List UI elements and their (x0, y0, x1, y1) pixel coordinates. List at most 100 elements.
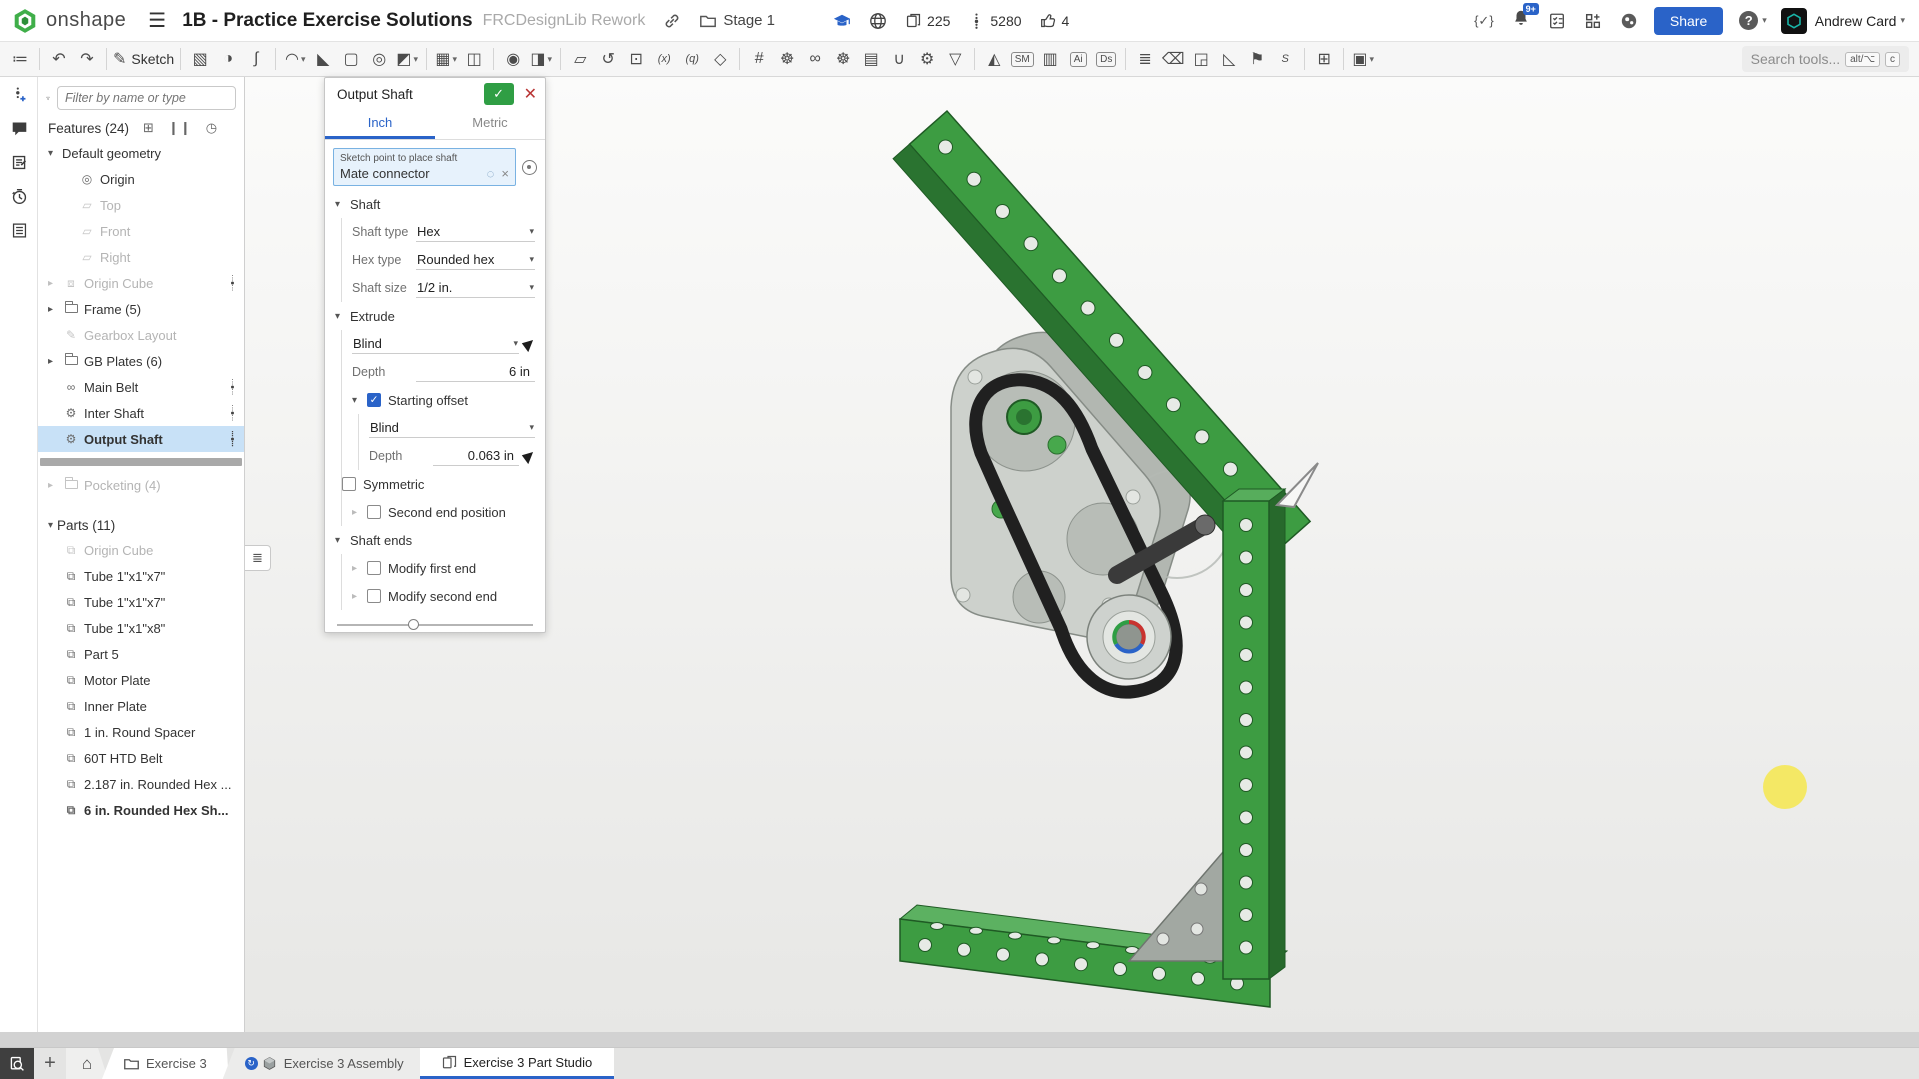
feature-row-top[interactable]: ▱Top (38, 192, 244, 218)
chevron-right-icon[interactable]: ▸ (48, 278, 62, 289)
chevron-right-icon[interactable]: ▸ (48, 480, 62, 491)
chamfer-icon[interactable]: ◣ (310, 46, 336, 72)
extrude-depth-input[interactable]: 6 in (416, 362, 535, 382)
offset-depth-input[interactable]: 0.063 in (433, 446, 519, 466)
shaft-type-select[interactable]: Hex▾ (416, 222, 535, 242)
history-icon[interactable] (0, 179, 38, 213)
helix-icon[interactable]: ↺ (595, 46, 621, 72)
feature-row-main-belt[interactable]: ∞Main Belt⋮●⋮ (38, 374, 244, 400)
green-standoff[interactable] (1048, 436, 1066, 454)
rollback-dots-icon[interactable]: ⋮●⋮ (229, 406, 236, 421)
rollback-dots-icon[interactable]: ⋮●⋮ (229, 380, 236, 395)
doc-tab-exercise-3-assembly[interactable]: ↻Exercise 3 Assembly (223, 1048, 426, 1079)
derived-icon[interactable]: ⊡ (623, 46, 649, 72)
custom-frame-icon[interactable]: # (746, 46, 772, 72)
part-row-part-5[interactable]: ⧉Part 5 (38, 641, 244, 667)
doc-tab-exercise-3[interactable]: Exercise 3 (102, 1048, 229, 1079)
custom-gearbox-icon[interactable]: ☸ (774, 46, 800, 72)
replace-face-icon[interactable]: ◺ (1216, 46, 1242, 72)
custom-plate-icon[interactable]: ▤ (858, 46, 884, 72)
part-row-inner-plate[interactable]: ⧉Inner Plate (38, 693, 244, 719)
notes-icon[interactable] (0, 145, 38, 179)
part-row-tube-1-x1-x8[interactable]: ⧉Tube 1"x1"x8" (38, 615, 244, 641)
starting-offset-checkbox[interactable]: ✓ (367, 393, 381, 407)
drawing-standard-icon[interactable]: Ds (1093, 46, 1119, 72)
publication-icon[interactable]: ≣ (1132, 46, 1158, 72)
shaft-size-select[interactable]: 1/2 in.▾ (416, 278, 535, 298)
home-tab-button[interactable]: ⌂ (66, 1048, 108, 1079)
chevron-down-icon[interactable]: ▾ (352, 395, 367, 406)
user-name[interactable]: Andrew Card (1815, 13, 1897, 29)
sweep-icon[interactable]: ∫ (243, 46, 269, 72)
shell-icon[interactable]: ▢ (338, 46, 364, 72)
part-row-tube-1-x1-x7[interactable]: ⧉Tube 1"x1"x7" (38, 563, 244, 589)
filter-input[interactable] (57, 86, 236, 110)
custom-belt-icon[interactable]: ∪ (886, 46, 912, 72)
custom-chain-icon[interactable]: ∞ (802, 46, 828, 72)
view-orientation-icon[interactable]: ▣▾ (1350, 46, 1376, 72)
doc-tab-exercise-3-part-studio[interactable]: Exercise 3 Part Studio (420, 1048, 615, 1079)
chevron-down-icon[interactable]: ▾ (48, 148, 62, 159)
dialog-close-button[interactable]: ✕ (524, 84, 537, 104)
sketch-icon[interactable]: ✎Sketch (113, 46, 174, 72)
hex-type-select[interactable]: Rounded hex▾ (416, 250, 535, 270)
feature-row-pocketing-4[interactable]: ▸Pocketing (4) (38, 472, 244, 498)
offset-end-type-select[interactable]: Blind▾ (369, 418, 535, 438)
add-folder-icon[interactable]: ⊞ (143, 120, 154, 136)
symmetric-checkbox[interactable] (342, 477, 356, 491)
tasks-icon[interactable] (1548, 12, 1566, 30)
funnel-icon[interactable]: ▽ (942, 46, 968, 72)
part-row-motor-plate[interactable]: ⧉Motor Plate (38, 667, 244, 693)
plane-icon[interactable]: ▱ (567, 46, 593, 72)
redo-icon[interactable]: ↷ (74, 46, 100, 72)
add-custom-feature-icon[interactable]: ⊞ (1311, 46, 1337, 72)
comment-icon[interactable] (0, 111, 38, 145)
code-check-icon[interactable]: {✓} (1471, 8, 1497, 34)
extrude-end-type-select[interactable]: Blind▾ (352, 334, 519, 354)
bom-icon[interactable] (0, 213, 38, 247)
shaft-section-header[interactable]: ▾Shaft (325, 190, 545, 218)
feature-row-inter-shaft[interactable]: ⚙Inter Shaft⋮●⋮ (38, 400, 244, 426)
notifications[interactable]: 9+ (1512, 9, 1530, 32)
chevron-right-icon[interactable]: ▸ (48, 356, 62, 367)
link-icon[interactable] (663, 12, 681, 30)
boolean-icon[interactable]: ◉ (500, 46, 526, 72)
tab-search-button[interactable] (0, 1048, 34, 1079)
feature-row-front[interactable]: ▱Front (38, 218, 244, 244)
slider-knob[interactable] (408, 619, 419, 630)
history-clock-icon[interactable]: ◷ (206, 120, 217, 136)
tab-metric[interactable]: Metric (435, 110, 545, 139)
undo-icon[interactable]: ↶ (46, 46, 72, 72)
help-button[interactable]: ? (1739, 11, 1758, 30)
feature-list-toggle-icon[interactable]: ≔ (7, 46, 33, 72)
avatar[interactable] (1781, 8, 1807, 34)
flat-pattern-icon[interactable]: ▥ (1037, 46, 1063, 72)
bend-icon[interactable]: S (1272, 46, 1298, 72)
selection-field[interactable]: Sketch point to place shaft Mate connect… (333, 148, 516, 186)
modify-first-end-checkbox[interactable] (367, 561, 381, 575)
check-flag-icon[interactable]: ⚑ (1244, 46, 1270, 72)
part-row-6-in-rounded-hex-sh[interactable]: ⧉6 in. Rounded Hex Sh... (38, 797, 244, 823)
revolve-icon[interactable]: ◑ (215, 46, 241, 72)
modify-second-end-checkbox[interactable] (367, 589, 381, 603)
chevron-right-icon[interactable]: ▸ (352, 507, 367, 518)
feature-row-frame-5[interactable]: ▸Frame (5) (38, 296, 244, 322)
document-title[interactable]: 1B - Practice Exercise Solutions (182, 10, 472, 32)
variable-icon[interactable]: (x) (651, 46, 677, 72)
linear-pattern-icon[interactable]: ▦▾ (433, 46, 459, 72)
ai-icon[interactable]: Ai (1065, 46, 1091, 72)
feature-row-output-shaft[interactable]: ⚙Output Shaft⋮●⋮ (38, 426, 244, 452)
new-tab-button[interactable]: + (34, 1048, 66, 1079)
rollback-bar[interactable] (40, 458, 242, 466)
draft-icon[interactable]: ◩▾ (394, 46, 420, 72)
ai-assistant-icon[interactable] (1620, 12, 1638, 30)
help-caret-icon[interactable]: ▾ (1762, 15, 1767, 26)
hole-icon[interactable]: ◎ (366, 46, 392, 72)
move-face-icon[interactable]: ◲ (1188, 46, 1214, 72)
shaft-ends-section-header[interactable]: ▾Shaft ends (325, 526, 545, 554)
mate-connector-icon[interactable] (522, 160, 537, 175)
sheet-metal-icon[interactable]: SM (1009, 46, 1035, 72)
drag-arrow-handle[interactable] (1277, 463, 1318, 507)
app-store-icon[interactable] (1584, 12, 1602, 30)
part-row-tube-1-x1-x7[interactable]: ⧉Tube 1"x1"x7" (38, 589, 244, 615)
